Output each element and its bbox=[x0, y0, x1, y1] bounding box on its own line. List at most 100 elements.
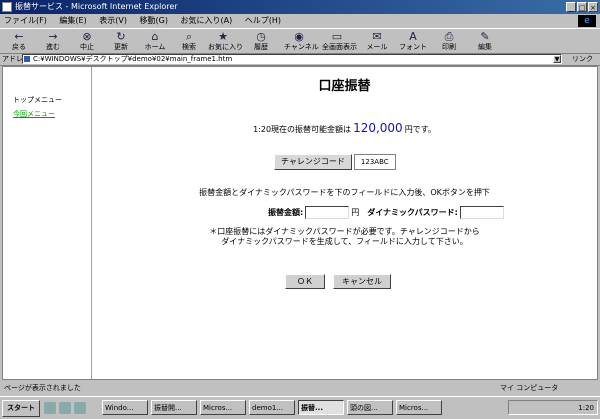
toolbar-button-label: チャンネル bbox=[284, 43, 319, 51]
page-content: トップメニュー 今回メニュー 口座振替 1:20現在の振替可能金額は 120,00… bbox=[2, 66, 598, 380]
menu-view[interactable]: 表示(V) bbox=[99, 16, 127, 25]
balance-amount: 120,000 bbox=[353, 121, 403, 135]
toolbar-button-label: 中止 bbox=[80, 43, 94, 51]
toolbar-print-button[interactable]: ⎙ 印刷 bbox=[434, 30, 464, 52]
toolbar-font-button[interactable]: A フォント bbox=[398, 30, 428, 52]
taskbar-task-button[interactable]: Windo... bbox=[102, 400, 148, 415]
taskbar-task-button[interactable]: 頭の図... bbox=[347, 400, 393, 415]
task-buttons: Windo... 振替開... Micros... demo1... 振替... 頭の図.… bbox=[102, 400, 442, 415]
taskbar-task-button[interactable]: 振替... bbox=[298, 400, 344, 415]
balance-suffix: 円です。 bbox=[404, 125, 436, 134]
quick-launch-channel-icon[interactable] bbox=[74, 402, 86, 414]
address-bar: アドレス C:¥WINDOWS¥デスクトップ¥demo¥02¥main_fram… bbox=[0, 53, 600, 66]
home-icon: ⌂ bbox=[151, 30, 159, 43]
note-text: ＊口座振替にはダイナミックパスワードが必要です。チャレンジコードから ダイナミッ… bbox=[92, 227, 597, 247]
toolbar-button-label: 進む bbox=[46, 43, 60, 51]
toolbar-home-button[interactable]: ⌂ ホーム bbox=[140, 30, 170, 52]
sidebar-item-current-menu[interactable]: 今回メニュー bbox=[13, 109, 55, 119]
channel-icon: ◉ bbox=[294, 30, 304, 43]
status-text: ページが表示されました bbox=[4, 384, 81, 392]
window-controls: _ □ × bbox=[566, 2, 598, 12]
menu-bar: ファイル(F) 編集(E) 表示(V) 移動(G) お気に入り(A) ヘルプ(H… bbox=[0, 15, 600, 27]
toolbar-button-label: 検索 bbox=[182, 43, 196, 51]
main-frame: 口座振替 1:20現在の振替可能金額は 120,000 円です。 チャレンジコード … bbox=[92, 67, 597, 379]
toolbar-channel-button[interactable]: ◉ チャンネル bbox=[284, 30, 319, 52]
challenge-row: チャレンジコード 123ABC bbox=[274, 154, 396, 170]
taskbar: スタート Windo... 振替開... Micros... demo1... 振替..… bbox=[0, 396, 600, 419]
maximize-button[interactable]: □ bbox=[577, 2, 587, 12]
challenge-code-button[interactable]: チャレンジコード bbox=[274, 154, 352, 170]
taskbar-task-button[interactable]: 振替開... bbox=[151, 400, 197, 415]
toolbar: ← 戻る → 進む ⊗ 中止 ↻ 更新 ⌂ ホーム ⌕ 検索 ★ お気に入り ◷ 履歴 ◉ チャンネル ▭ 全画面表示… bbox=[0, 28, 600, 54]
sidebar-item-top-menu[interactable]: トップメニュー bbox=[13, 95, 62, 105]
left-frame-sidebar: トップメニュー 今回メニュー bbox=[3, 67, 92, 379]
taskbar-task-button[interactable]: demo1... bbox=[249, 400, 295, 415]
menu-edit[interactable]: 編集(E) bbox=[59, 16, 86, 25]
links-button[interactable]: リンク bbox=[572, 53, 593, 65]
address-url: C:¥WINDOWS¥デスクトップ¥demo¥02¥main_frame1.ht… bbox=[33, 55, 233, 63]
toolbar-history-button[interactable]: ◷ 履歴 bbox=[246, 30, 276, 52]
font-icon: A bbox=[409, 30, 417, 43]
balance-line: 1:20現在の振替可能金額は 120,000 円です。 bbox=[92, 121, 597, 135]
yen-label: 円 bbox=[351, 207, 360, 217]
toolbar-back-arrow-button[interactable]: ← 戻る bbox=[4, 30, 34, 52]
toolbar-button-label: お気に入り bbox=[208, 43, 243, 51]
window-title: 振替サービス - Microsoft Internet Explorer bbox=[15, 2, 178, 11]
address-dropdown-button[interactable]: ▼ bbox=[553, 55, 561, 63]
quick-launch bbox=[44, 402, 86, 414]
toolbar-edit-button[interactable]: ✎ 編集 bbox=[470, 30, 500, 52]
forward-arrow-icon: → bbox=[48, 30, 58, 43]
toolbar-button-label: 編集 bbox=[478, 43, 492, 51]
toolbar-button-label: メール bbox=[366, 43, 388, 51]
page-title: 口座振替 bbox=[318, 79, 371, 94]
close-button[interactable]: × bbox=[588, 2, 598, 12]
page-icon bbox=[24, 56, 30, 62]
cancel-button[interactable]: キャンセル bbox=[333, 274, 391, 289]
ie-logo-icon: e bbox=[578, 15, 596, 27]
toolbar-stop-button[interactable]: ⊗ 中止 bbox=[72, 30, 102, 52]
toolbar-mail-button[interactable]: ✉ メール bbox=[362, 30, 392, 52]
stop-icon: ⊗ bbox=[82, 30, 92, 43]
quick-launch-ie-icon[interactable] bbox=[44, 402, 56, 414]
toolbar-search-button[interactable]: ⌕ 検索 bbox=[174, 30, 204, 52]
toolbar-favorites-button[interactable]: ★ お気に入り bbox=[208, 30, 243, 52]
start-button[interactable]: スタート bbox=[2, 400, 40, 417]
toolbar-button-label: 戻る bbox=[12, 43, 26, 51]
toolbar-forward-arrow-button[interactable]: → 進む bbox=[38, 30, 68, 52]
system-tray-clock: 1:20 bbox=[508, 400, 598, 415]
print-icon: ⎙ bbox=[444, 30, 454, 43]
favorites-icon: ★ bbox=[218, 30, 228, 43]
taskbar-task-button[interactable]: Micros... bbox=[200, 400, 246, 415]
browser-window: 振替サービス - Microsoft Internet Explorer _ □… bbox=[0, 0, 600, 419]
menu-go[interactable]: 移動(G) bbox=[140, 16, 168, 25]
amount-input[interactable] bbox=[305, 205, 350, 219]
ok-button[interactable]: ＯＫ bbox=[285, 274, 325, 289]
form-buttons: ＯＫ キャンセル bbox=[285, 274, 391, 289]
toolbar-button-label: 更新 bbox=[114, 43, 128, 51]
toolbar-button-label: 全画面表示 bbox=[322, 43, 357, 51]
quick-launch-desktop-icon[interactable] bbox=[59, 402, 71, 414]
minimize-button[interactable]: _ bbox=[566, 2, 576, 12]
dynamic-password-input[interactable] bbox=[459, 205, 504, 219]
title-bar: 振替サービス - Microsoft Internet Explorer _ □… bbox=[0, 0, 600, 14]
toolbar-refresh-button[interactable]: ↻ 更新 bbox=[106, 30, 136, 52]
toolbar-button-label: 印刷 bbox=[442, 43, 456, 51]
amount-label: 振替金額: bbox=[268, 207, 304, 217]
edit-icon: ✎ bbox=[480, 30, 490, 43]
menu-favorites[interactable]: お気に入り(A) bbox=[181, 16, 233, 25]
history-icon: ◷ bbox=[256, 30, 266, 43]
toolbar-button-label: フォント bbox=[399, 43, 427, 51]
status-bar: ページが表示されました マイ コンピュータ bbox=[0, 382, 600, 394]
ie-page-icon bbox=[2, 2, 12, 12]
transfer-form: 振替金額: 円 ダイナミックパスワード: bbox=[268, 205, 506, 219]
taskbar-task-button[interactable]: Micros... bbox=[396, 400, 442, 415]
toolbar-fullscreen-button[interactable]: ▭ 全画面表示 bbox=[322, 30, 357, 52]
mail-icon: ✉ bbox=[372, 30, 382, 43]
challenge-code-value: 123ABC bbox=[353, 154, 396, 170]
menu-file[interactable]: ファイル(F) bbox=[4, 16, 47, 25]
address-input[interactable]: C:¥WINDOWS¥デスクトップ¥demo¥02¥main_frame1.ht… bbox=[22, 54, 562, 64]
security-zone: マイ コンピュータ bbox=[500, 384, 559, 392]
toolbar-button-label: 履歴 bbox=[254, 43, 268, 51]
note-line-2: ダイナミックパスワードを生成して、フィールドに入力して下さい。 bbox=[221, 237, 468, 246]
menu-help[interactable]: ヘルプ(H) bbox=[245, 16, 281, 25]
